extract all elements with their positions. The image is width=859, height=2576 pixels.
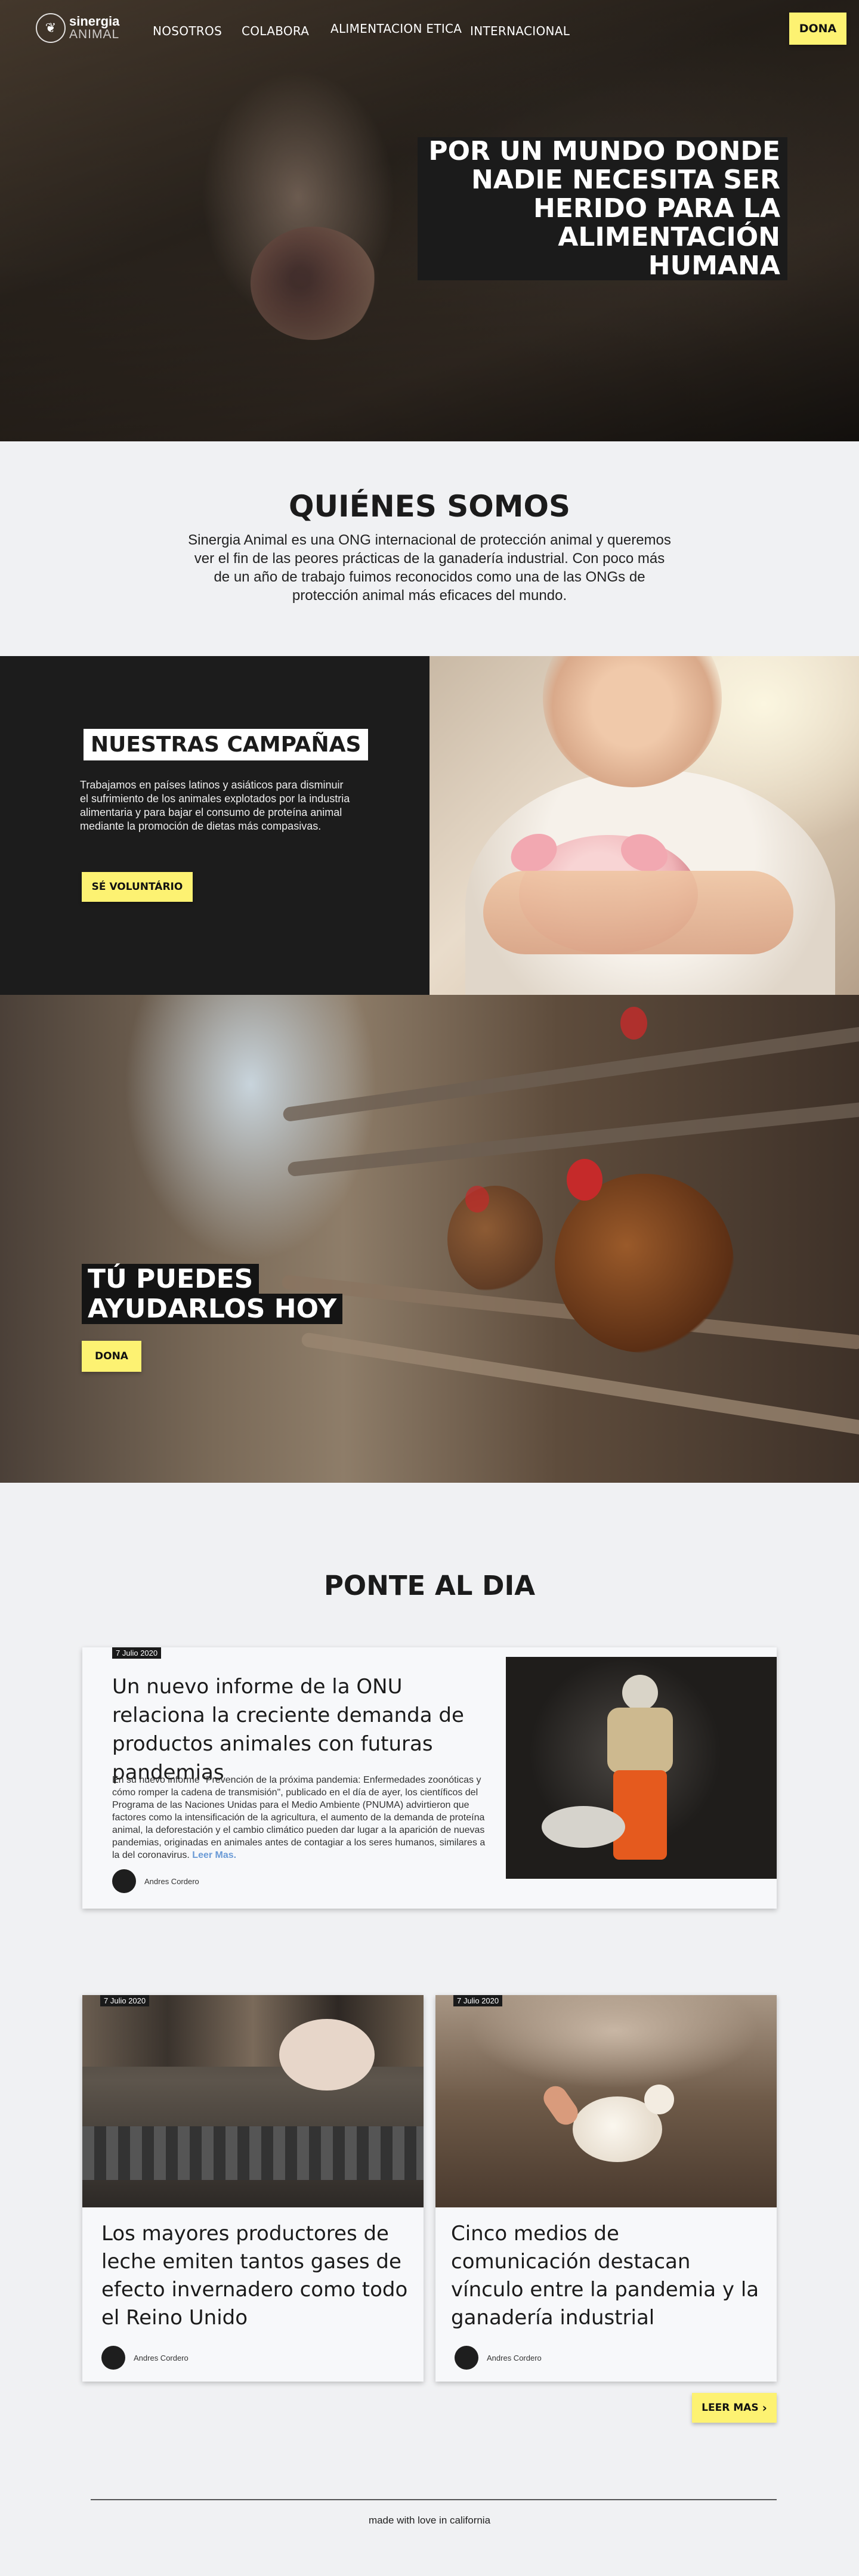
- nav-link-alimentacion-etica[interactable]: ALIMENTACION ETICA: [330, 21, 462, 36]
- logo-line1: sinergia: [69, 14, 120, 29]
- leer-mas-button[interactable]: LEER MAS ›: [692, 2393, 777, 2423]
- avatar: [112, 1869, 136, 1893]
- news-title[interactable]: Un nuevo informe de la ONU relaciona la …: [112, 1672, 494, 1787]
- avatar: [101, 2346, 125, 2370]
- hero-section: ❦ sinergia ANIMAL NOSOTROS COLABORA ALIM…: [0, 0, 859, 441]
- news-author: Andres Cordero: [101, 2346, 189, 2370]
- footer-divider: [91, 2499, 777, 2500]
- footer-text: made with love in california: [368, 2515, 491, 2526]
- quienes-somos-section: QUIÉNES SOMOS Sinergia Animal es una ONG…: [0, 441, 859, 656]
- quienes-somos-text: Sinergia Animal es una ONG internacional…: [188, 532, 671, 604]
- hero-title: POR UN MUNDO DONDE NADIE NECESITA SER HE…: [418, 137, 787, 280]
- news-card-1[interactable]: 7 Julio 2020 Los mayores productores de …: [82, 1995, 424, 2382]
- ayudarlos-title: TÚ PUEDES AYUDARLOS HOY: [82, 1264, 343, 1324]
- campanas-text: Trabajamos en países latinos y asiáticos…: [80, 779, 350, 832]
- campanas-section: NUESTRAS CAMPAÑAS Trabajamos en países l…: [0, 656, 859, 995]
- dona-ayudarlos-button[interactable]: DONA: [82, 1341, 141, 1372]
- news-title[interactable]: Los mayores productores de leche emiten …: [101, 2220, 412, 2332]
- news-date: 7 Julio 2020: [112, 1647, 162, 1659]
- top-nav: ❦ sinergia ANIMAL NOSOTROS COLABORA ALIM…: [0, 0, 859, 60]
- nav-link-nosotros[interactable]: NOSOTROS: [153, 24, 222, 38]
- logo[interactable]: ❦ sinergia ANIMAL: [36, 13, 119, 43]
- ayudarlos-section: TÚ PUEDES AYUDARLOS HOY DONA: [0, 995, 859, 1483]
- voluntario-button[interactable]: SÉ VOLUNTÁRIO: [82, 872, 193, 902]
- woman-with-piglet-image: [430, 656, 859, 995]
- avatar: [455, 2346, 478, 2370]
- chickens-farm-image: [435, 1995, 777, 2207]
- dairy-cows-image: [82, 1995, 424, 2207]
- nav-link-colabora[interactable]: COLABORA: [242, 24, 309, 38]
- quienes-somos-title: QUIÉNES SOMOS: [288, 489, 571, 524]
- news-author: Andres Cordero: [112, 1869, 199, 1893]
- news-card-2[interactable]: 7 Julio 2020 Cinco medios de comunicació…: [435, 1995, 777, 2382]
- news-title[interactable]: Cinco medios de comunicación destacan ví…: [451, 2220, 761, 2332]
- paw-icon: ❦: [36, 13, 66, 43]
- leer-mas-link[interactable]: Leer Mas.: [192, 1850, 236, 1860]
- dona-button[interactable]: DONA: [789, 13, 846, 45]
- nav-link-internacional[interactable]: INTERNACIONAL: [470, 24, 570, 38]
- news-date: 7 Julio 2020: [100, 1995, 150, 2006]
- news-date: 7 Julio 2020: [453, 1995, 503, 2006]
- ponte-al-dia-title: PONTE AL DIA: [323, 1570, 536, 1601]
- chevron-right-icon: ›: [762, 2401, 767, 2415]
- logo-line2: ANIMAL: [69, 27, 120, 41]
- news-author: Andres Cordero: [455, 2346, 542, 2370]
- worker-with-chickens-image: [506, 1657, 777, 1879]
- campanas-title: NUESTRAS CAMPAÑAS: [84, 729, 369, 760]
- featured-news-card[interactable]: 7 Julio 2020 Un nuevo informe de la ONU …: [82, 1647, 777, 1909]
- news-body: En su nuevo informe "Prevención de la pr…: [112, 1775, 486, 1860]
